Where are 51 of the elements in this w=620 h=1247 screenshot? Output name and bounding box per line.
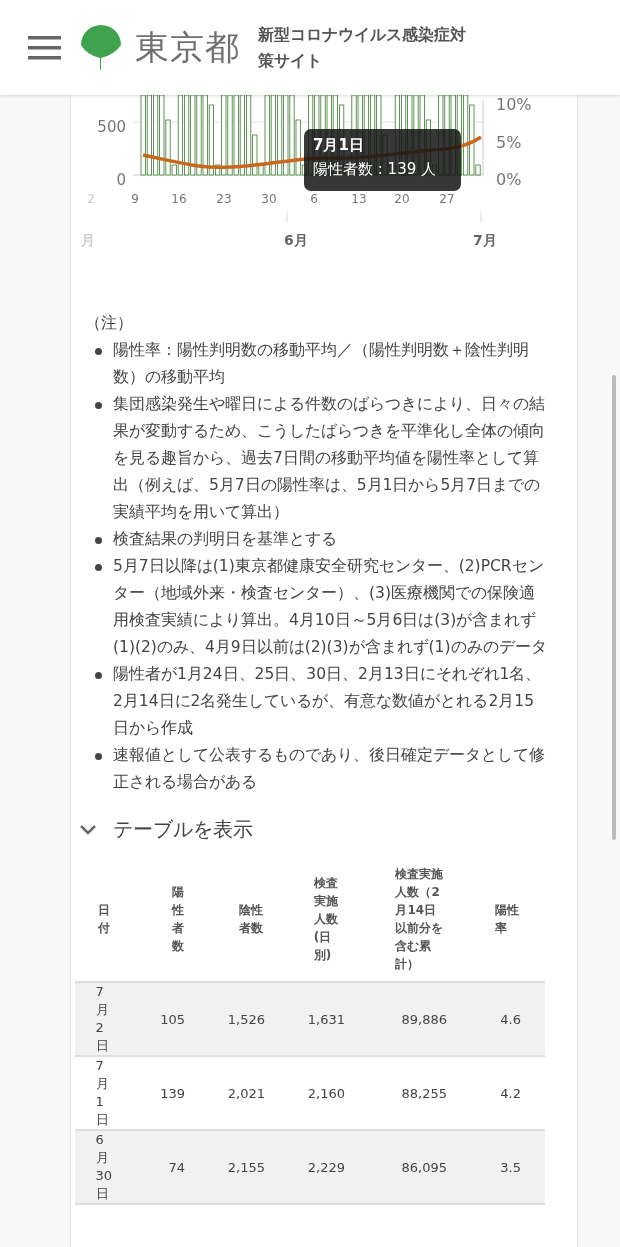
table-cell: 4.2 [500, 1085, 521, 1101]
axis-label: 500 [97, 118, 126, 136]
note-text: 速報値として公表するものであり、後日確定データとして修正される場合がある [113, 746, 545, 791]
column-header: 陽性者数 [171, 884, 185, 955]
axis-label: 0 [116, 171, 126, 189]
table-cell-text: 6月30日 [95, 1131, 114, 1203]
column-header: 検査実施人数（2月14日以前分を含む累計） [395, 866, 445, 973]
table-cell: 86,095 [401, 1159, 447, 1175]
table-toggle[interactable]: テーブルを表示 [79, 816, 253, 843]
note-text: 陽性率：陽性判明数の移動平均／（陽性判明数＋陰性判明数）の移動平均 [113, 341, 529, 386]
axis-label: 13 [351, 192, 367, 206]
axis-label: 5% [496, 133, 522, 152]
month-label: 6月 [284, 232, 308, 248]
note-text: 検査結果の判明日を基準とする [113, 530, 337, 548]
table-cell: 139 [160, 1085, 185, 1101]
note-text: 陽性者が1月24日、25日、30日、2月13日にそれぞれ1名、2月14日に2名発生しているが、有意な数値がとれる2月15日から作成 [113, 665, 542, 737]
axis-label: 0% [496, 170, 522, 189]
table-cell: 89,886 [401, 1011, 447, 1027]
table-cell: 4.6 [500, 1011, 521, 1027]
table-cell: 3.5 [500, 1159, 521, 1175]
notes-heading: （注） [85, 313, 134, 334]
note-text: 5月7日以降は(1)東京都健康安全研究センター、(2)PCRセンター（地域外来・検査センター）、(3)医療機関での保険適用検査実績により算出。4月10日～5月6日は(3)が含まれず(1)(2)のみ、4月9日以前は(2)(3)が含まれず(1)のみのデータ [113, 557, 547, 656]
table-cell: 2,160 [307, 1085, 345, 1101]
column-header: 日付 [98, 902, 112, 937]
table-cell: 2,155 [227, 1159, 265, 1175]
table-cell: 88,255 [401, 1085, 447, 1101]
column-header: 陽性率 [494, 902, 520, 937]
table-cell: 105 [160, 1011, 185, 1027]
table-cell-text: 7月2日 [95, 983, 110, 1055]
table-cell: 2,021 [227, 1085, 265, 1101]
table-cell: 1,526 [227, 1011, 265, 1027]
month-label: 7月 [473, 232, 497, 248]
column-header: 検査実施人数(日別) [313, 875, 339, 964]
axis-label: 30 [261, 192, 277, 206]
axis-label: 9 [131, 192, 139, 206]
table-cell-text: 7月1日 [95, 1057, 110, 1129]
axis-label: 23 [216, 192, 232, 206]
axis-label: 16 [171, 192, 187, 206]
tooltip-title: 7月1日 [313, 135, 365, 156]
axis-label: 6 [310, 192, 318, 206]
table-cell: 74 [168, 1159, 185, 1175]
axis-label: 27 [439, 192, 455, 206]
column-header: 陰性者数 [238, 902, 264, 937]
table-cell: 1,631 [307, 1011, 345, 1027]
axis-label: 10% [496, 95, 532, 114]
logo-text: 東京都 [135, 25, 240, 69]
site-title: 新型コロナウイルス感染症対策サイト [258, 23, 467, 72]
note-text: 集団感染発生や曜日による件数のばらつきにより、日々の結果が変動するため、こうしたばらつきを平準化し全体の傾向を見る趣旨から、過去7日間の移動平均値を陽性率として算出（例えば、5月7日の陽性率は、5月1日から5月7日までの実績平均を用いて算出） [113, 395, 545, 521]
table-cell: 2,229 [307, 1159, 345, 1175]
axis-label: 20 [394, 192, 410, 206]
tooltip-text: 陽性者数 : 139 人 [313, 159, 437, 180]
